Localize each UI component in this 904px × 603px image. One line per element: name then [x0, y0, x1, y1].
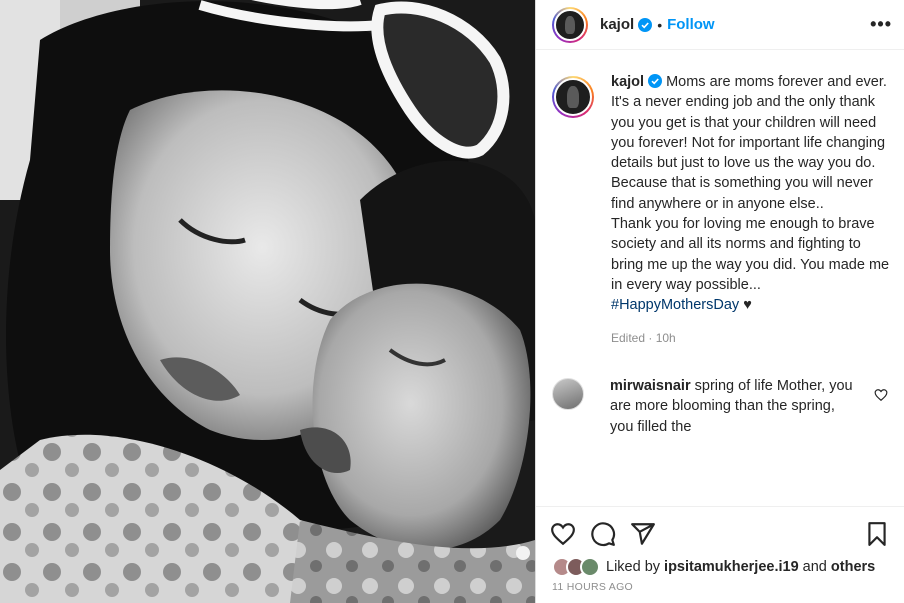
others-link[interactable]: others — [831, 559, 875, 575]
caption-username[interactable]: kajol — [611, 74, 644, 90]
hashtag-link[interactable]: #HappyMothersDay — [611, 297, 739, 313]
liker-avatars[interactable] — [552, 557, 600, 577]
post-footer: Liked by ipsitamukherjee.i19 and others … — [536, 506, 904, 597]
liker-username[interactable]: ipsitamukherjee.i19 — [664, 559, 799, 575]
commenter-username[interactable]: mirwaisnair — [610, 378, 691, 394]
like-heart-icon[interactable] — [550, 521, 576, 547]
author-username[interactable]: kajol — [600, 16, 634, 33]
caption-meta: Edited · 10h — [611, 330, 676, 345]
caption: kajol Moms are moms forever and ever. It… — [611, 72, 892, 348]
liker-avatar — [580, 557, 600, 577]
caption-avatar[interactable] — [552, 76, 594, 118]
caption-text-2: Thank you for loving me enough to brave … — [611, 216, 890, 293]
share-send-icon[interactable] — [630, 521, 656, 547]
comment-text: mirwaisnair spring of life Mother, you a… — [610, 376, 860, 438]
likes-and: and — [802, 559, 827, 575]
post-header: kajol • Follow ••• — [536, 0, 904, 50]
post-timestamp[interactable]: 11 HOURS AGO — [536, 577, 904, 597]
comment-like-heart-icon[interactable] — [874, 388, 888, 402]
heart-emoji: ♥ — [743, 297, 752, 314]
more-options-icon[interactable]: ••• — [870, 14, 892, 35]
separator-dot: • — [657, 16, 663, 33]
likes-summary: Liked by ipsitamukherjee.i19 and others — [536, 551, 904, 577]
portrait-photo — [0, 0, 535, 603]
comment-bubble-icon[interactable] — [590, 521, 616, 547]
comments-area[interactable]: kajol Moms are moms forever and ever. It… — [552, 66, 892, 506]
verified-badge-icon — [648, 74, 663, 88]
caption-row: kajol Moms are moms forever and ever. It… — [552, 66, 892, 348]
post-photo[interactable] — [0, 0, 535, 603]
save-bookmark-icon[interactable] — [864, 521, 890, 547]
caption-text-1: Moms are moms forever and ever. It's a n… — [611, 74, 887, 212]
comment-item: mirwaisnair spring of life Mother, you a… — [552, 376, 892, 438]
post-details-panel: kajol • Follow ••• kajol Moms are moms f… — [535, 0, 904, 603]
follow-button[interactable]: Follow — [667, 16, 715, 33]
commenter-avatar[interactable] — [552, 377, 584, 410]
verified-badge-icon — [638, 17, 653, 32]
liked-by-prefix: Liked by — [606, 559, 661, 575]
author-avatar[interactable] — [552, 6, 588, 43]
action-bar — [536, 507, 904, 551]
